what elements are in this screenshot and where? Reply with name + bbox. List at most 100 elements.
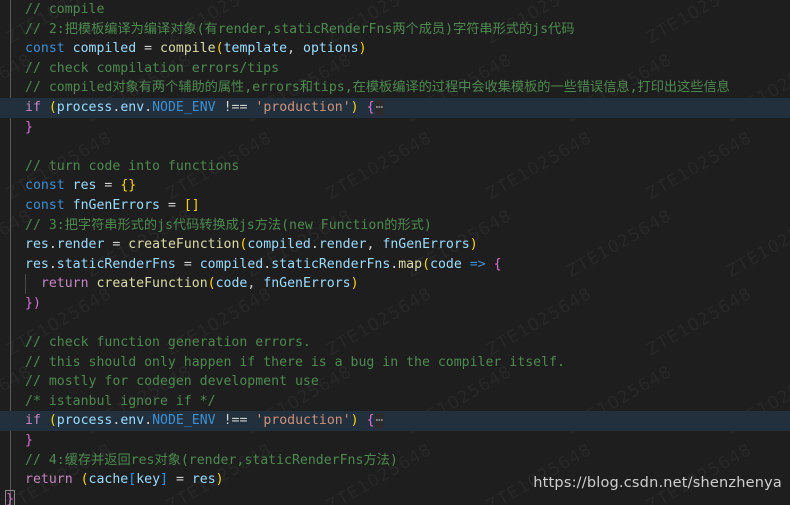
operator-assign: = [144,41,153,57]
space: = [104,237,129,253]
identifier-env: env [120,99,145,115]
brace-open: { [366,99,375,115]
code-line[interactable]: const res = {} [0,176,790,196]
paren-open: ( [207,276,216,292]
function-createfunction: createFunction [96,276,208,292]
code-line[interactable]: // 2:把模板编译为编译对象(有render,staticRenderFns两… [0,20,790,40]
dot: . [144,413,153,429]
code-line[interactable]: // mostly for codegen development use [0,372,790,392]
keyword-if: if [25,413,41,429]
code-line-blank[interactable] [0,314,790,334]
function-createfunction: createFunction [128,237,240,253]
identifier-node-env: NODE_ENV [152,413,216,429]
keyword-if: if [25,99,41,115]
comma: , [247,276,264,292]
paren-open: ( [48,413,57,429]
dot: . [144,99,153,115]
code-line[interactable]: // 4:缓存并返回res对象(render,staticRenderFns方法… [0,451,790,471]
code-line-highlighted[interactable]: if (process.env.NODE_ENV !== 'production… [0,411,790,432]
operator-strict-neq: !== [223,99,248,115]
code-line[interactable]: } [0,489,790,505]
braces-empty: {} [120,178,137,194]
code-line[interactable]: const fnGenErrors = [] [0,196,790,216]
identifier-compiled: compiled [72,41,137,57]
code-line[interactable]: /* istanbul ignore if */ [0,392,790,412]
property-staticrenderfns: staticRenderFns [271,256,391,272]
code-line[interactable]: } [0,118,790,138]
brackets-empty: [] [183,197,200,213]
arg-fngenerrors: fnGenErrors [263,276,351,292]
fold-marker-icon[interactable]: ⋯ [374,413,385,429]
identifier-res: res [191,472,216,488]
paren-open: ( [422,256,431,272]
code-line[interactable]: res.render = createFunction(compiled.ren… [0,235,790,255]
comma: , [287,41,303,57]
comment-token: // compile [25,2,105,17]
paren-close: ) [350,276,359,292]
identifier-res: res [25,256,49,272]
code-line[interactable]: // compiled对象有两个辅助的属性,errors和tips,在模板编译的… [0,78,790,98]
brace-close: } [25,119,33,135]
paren-close: ) [358,41,367,57]
identifier-process: process [56,413,113,429]
code-line[interactable]: // check compilation errors/tips [0,59,790,79]
code-line[interactable]: res.staticRenderFns = compiled.staticRen… [0,255,790,275]
string-production: 'production' [255,99,351,115]
code-line[interactable]: // check function generation errors. [0,333,790,353]
operator-assign: = [175,472,184,488]
code-line[interactable]: } [0,431,790,451]
paren-close: ) [469,237,478,253]
comment-token: // 2:把模板编译为编译对象(有render,staticRenderFns两… [25,21,575,37]
dot: . [48,237,57,253]
code-line[interactable]: return createFunction(code, fnGenErrors) [0,274,790,294]
property-staticrenderfns: staticRenderFns [56,256,176,272]
property-render: render [318,237,367,253]
comment-token: // check function generation errors. [25,335,311,351]
blog-url-watermark: https://blog.csdn.net/shenzhenya [533,475,782,491]
identifier-fngenerrors: fnGenErrors [382,237,470,253]
operator-strict-neq: !== [223,413,248,429]
code-line[interactable]: // this should only happen if there is a… [0,353,790,373]
code-line[interactable]: const compiled = compile(template, optio… [0,39,790,59]
paren-close: ) [215,472,224,488]
comment-token: // this should only happen if there is a… [25,354,565,370]
keyword-const: const [25,41,65,57]
identifier-env: env [120,413,145,429]
arg-options: options [303,41,359,57]
code-line-blank[interactable] [0,137,790,157]
brace-open: { [366,413,375,429]
dot: . [263,256,272,272]
comment-token: // turn code into functions [25,158,240,174]
property-render: render [56,237,105,253]
operator-arrow: => [469,256,486,272]
code-line[interactable]: }) [0,294,790,314]
code-editor[interactable]: ZTE1025648 ZTE1025648 ZTE1025648 ZTE1025648… [0,0,790,505]
keyword-const: const [25,178,65,194]
space: = [96,178,121,194]
fold-marker-icon[interactable]: ⋯ [374,99,385,115]
code-content[interactable]: // compile // 2:把模板编译为编译对象(有render,stati… [0,0,790,505]
identifier-res: res [72,178,97,194]
code-line[interactable]: // 3:把字符串形式的js代码转换成js方法(new Function的形式) [0,216,790,236]
comment-token: // mostly for codegen development use [25,374,319,390]
code-line[interactable]: // compile [0,0,790,20]
function-compile: compile [160,41,216,57]
code-line[interactable]: // turn code into functions [0,157,790,177]
paren-open: ( [215,41,224,57]
code-line-highlighted[interactable]: if (process.env.NODE_ENV !== 'production… [0,97,790,118]
arg-template: template [223,41,288,57]
string-production: 'production' [255,413,351,429]
identifier-cache: cache [88,472,129,488]
